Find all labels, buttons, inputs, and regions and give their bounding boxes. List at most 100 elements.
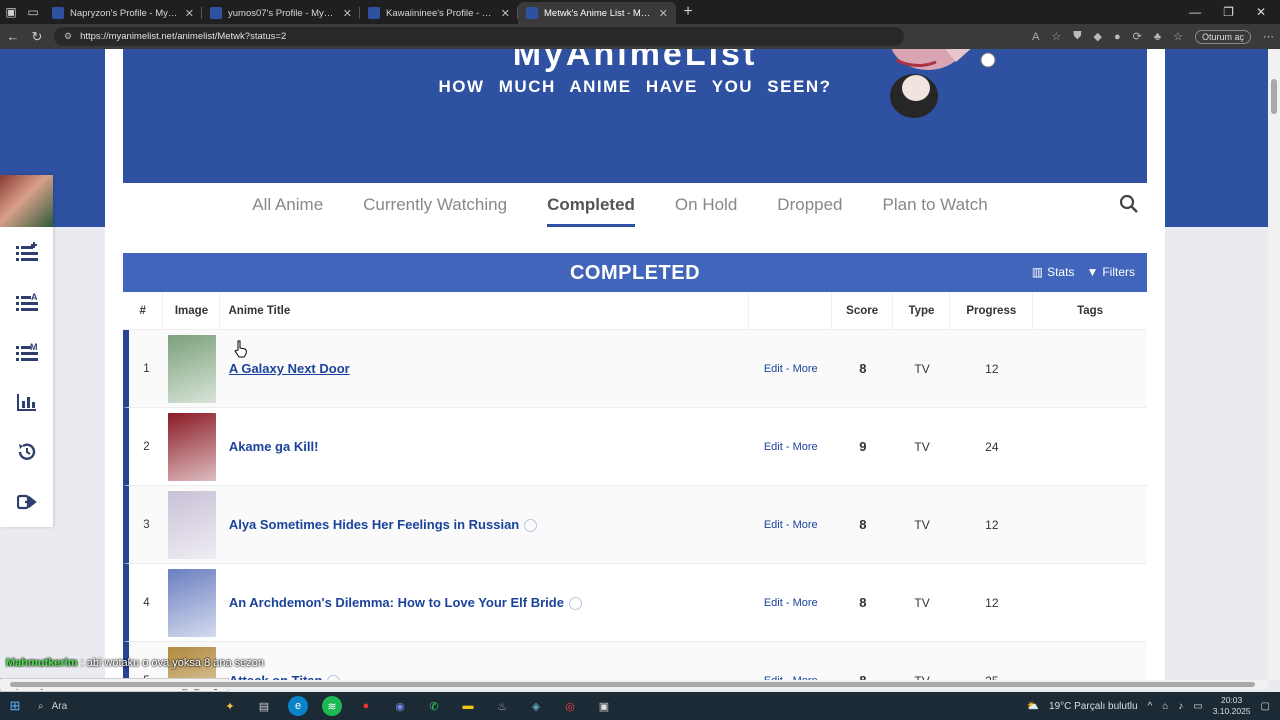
close-tab-icon[interactable]: ✕ bbox=[659, 7, 668, 20]
score-cell[interactable]: 9 bbox=[832, 439, 894, 454]
refresh-extension-icon[interactable]: ⟳ bbox=[1133, 30, 1142, 43]
browser-tab[interactable]: Metwk's Anime List - MyAnimeList ✕ bbox=[518, 2, 676, 24]
tab-completed[interactable]: Completed bbox=[547, 191, 635, 228]
vertical-scrollbar[interactable] bbox=[1268, 49, 1280, 680]
edge-icon[interactable]: e bbox=[288, 696, 308, 716]
tab-on-hold[interactable]: On Hold bbox=[675, 191, 737, 219]
tab-currently-watching[interactable]: Currently Watching bbox=[363, 191, 507, 219]
anime-title-link[interactable]: A Galaxy Next Door bbox=[229, 361, 350, 376]
workspace-icon[interactable]: ▣ bbox=[0, 1, 22, 23]
back-icon[interactable]: ← bbox=[6, 29, 20, 44]
column-header-score[interactable]: Score bbox=[832, 291, 894, 330]
anime-list-icon[interactable]: A bbox=[0, 277, 53, 327]
mal-favicon-icon bbox=[526, 7, 538, 19]
network-app-icon[interactable]: ◈ bbox=[526, 696, 546, 716]
progress-cell[interactable]: 12 bbox=[951, 362, 1034, 376]
url-field[interactable]: ⚙ https://myanimelist.net/animelist/Metw… bbox=[54, 27, 904, 46]
taskbar-search[interactable]: ⌕ Ara bbox=[30, 701, 180, 712]
extension-icon[interactable]: ◆ bbox=[1094, 30, 1102, 43]
browser-tab[interactable]: Napryzon's Profile - MyAnimeList ✕ bbox=[44, 2, 202, 24]
svg-text:A: A bbox=[31, 292, 38, 302]
horizontal-scrollbar[interactable] bbox=[0, 680, 1268, 689]
anime-title-link[interactable]: An Archdemon's Dilemma: How to Love Your… bbox=[229, 595, 564, 610]
anime-title-link[interactable]: Akame ga Kill! bbox=[229, 439, 319, 454]
score-cell[interactable]: 8 bbox=[832, 361, 894, 376]
battery-icon[interactable]: ▭ bbox=[1193, 701, 1202, 712]
search-icon[interactable] bbox=[1119, 194, 1139, 214]
anime-poster[interactable] bbox=[168, 568, 217, 637]
chevron-up-icon[interactable]: ^ bbox=[1148, 701, 1153, 712]
media-player-icon[interactable]: ● bbox=[356, 696, 376, 716]
discord-icon[interactable]: ◉ bbox=[390, 696, 410, 716]
history-icon[interactable] bbox=[0, 427, 53, 477]
share-export-icon[interactable] bbox=[0, 477, 53, 527]
tab-all-anime[interactable]: All Anime bbox=[252, 191, 323, 219]
scrollbar-thumb[interactable] bbox=[10, 682, 1255, 687]
progress-cell[interactable]: 24 bbox=[951, 440, 1034, 454]
column-header-number[interactable]: # bbox=[123, 291, 164, 330]
whatsapp-icon[interactable]: ✆ bbox=[424, 696, 444, 716]
close-tab-icon[interactable]: ✕ bbox=[185, 7, 194, 20]
maximize-icon[interactable]: ❐ bbox=[1223, 5, 1234, 19]
minimize-icon[interactable]: — bbox=[1189, 5, 1201, 19]
tab-dropped[interactable]: Dropped bbox=[777, 191, 842, 219]
notification-icon[interactable]: ▢ bbox=[1261, 701, 1270, 712]
add-anime-icon[interactable] bbox=[0, 227, 53, 277]
bookmark-star-icon[interactable]: ☆ bbox=[1051, 30, 1061, 43]
column-header-type[interactable]: Type bbox=[893, 291, 951, 330]
read-aloud-icon[interactable]: A bbox=[1032, 31, 1039, 43]
steam-icon[interactable]: ♨ bbox=[492, 696, 512, 716]
weather-text[interactable]: 19°C Parçalı bulutlu bbox=[1049, 701, 1138, 712]
tab-plan-to-watch[interactable]: Plan to Watch bbox=[883, 191, 988, 219]
recording-app-icon[interactable]: ◎ bbox=[560, 696, 580, 716]
site-info-icon[interactable]: ⚙ bbox=[64, 31, 72, 42]
spotify-icon[interactable]: ≋ bbox=[322, 696, 342, 716]
extension-icon[interactable]: ● bbox=[1114, 31, 1121, 43]
weather-icon[interactable]: ⛅ bbox=[1027, 701, 1039, 712]
column-header-progress[interactable]: Progress bbox=[950, 291, 1034, 330]
edit-more-link[interactable]: Edit - More bbox=[764, 519, 818, 531]
filters-link[interactable]: ▼ Filters bbox=[1086, 265, 1135, 279]
close-tab-icon[interactable]: ✕ bbox=[343, 7, 352, 20]
task-view-icon[interactable]: ▤ bbox=[254, 696, 274, 716]
progress-cell[interactable]: 12 bbox=[951, 518, 1034, 532]
progress-cell[interactable]: 12 bbox=[951, 596, 1034, 610]
file-explorer-icon[interactable]: ▬ bbox=[458, 696, 478, 716]
anime-title-link[interactable]: Attack on Titan bbox=[229, 673, 323, 680]
anime-poster[interactable] bbox=[168, 334, 217, 403]
score-cell[interactable]: 8 bbox=[832, 595, 894, 610]
profile-button[interactable]: Oturum aç bbox=[1194, 29, 1251, 44]
edit-more-link[interactable]: Edit - More bbox=[764, 597, 818, 609]
browser-tab[interactable]: yumos07's Profile - MyAnimeList ✕ bbox=[202, 2, 360, 24]
edit-more-link[interactable]: Edit - More bbox=[764, 363, 818, 375]
windows-start-icon[interactable]: ⊞ bbox=[0, 698, 30, 714]
chrome-app-icon[interactable]: ▣ bbox=[594, 696, 614, 716]
browser-tab[interactable]: Kawaiininee's Profile - MyAnimeL ✕ bbox=[360, 2, 518, 24]
close-tab-icon[interactable]: ✕ bbox=[501, 7, 510, 20]
network-icon[interactable]: ⌂ bbox=[1162, 701, 1168, 712]
close-window-icon[interactable]: ✕ bbox=[1256, 5, 1266, 19]
copilot-icon[interactable]: ✦ bbox=[220, 696, 240, 716]
scrollbar-thumb[interactable] bbox=[1271, 79, 1277, 114]
anime-poster[interactable] bbox=[168, 412, 217, 481]
new-tab-button[interactable]: + bbox=[676, 3, 700, 21]
row-number: 1 bbox=[143, 362, 150, 375]
column-header-title[interactable]: Anime Title bbox=[220, 291, 750, 330]
tab-actions-icon[interactable]: ▭ bbox=[22, 1, 44, 23]
reload-icon[interactable]: ↻ bbox=[30, 29, 44, 45]
manga-list-icon[interactable]: M bbox=[0, 327, 53, 377]
anime-poster[interactable] bbox=[168, 490, 217, 559]
favorites-icon[interactable]: ☆ bbox=[1173, 30, 1183, 43]
shield-extension-icon[interactable]: ⛊ bbox=[1073, 30, 1081, 43]
edit-more-link[interactable]: Edit - More bbox=[764, 441, 818, 453]
volume-icon[interactable]: ♪ bbox=[1178, 701, 1183, 712]
extension-icon[interactable]: ♣ bbox=[1154, 31, 1161, 43]
menu-icon[interactable]: ⋯ bbox=[1263, 30, 1274, 43]
anime-title-link[interactable]: Alya Sometimes Hides Her Feelings in Rus… bbox=[229, 517, 519, 532]
clock[interactable]: 20:03 3.10.2025 bbox=[1213, 695, 1251, 717]
user-avatar[interactable] bbox=[0, 175, 53, 227]
stats-icon[interactable] bbox=[0, 377, 53, 427]
score-cell[interactable]: 8 bbox=[832, 517, 894, 532]
stats-link[interactable]: ▥ Stats bbox=[1032, 265, 1075, 279]
score-cell[interactable]: 8 bbox=[832, 673, 894, 680]
